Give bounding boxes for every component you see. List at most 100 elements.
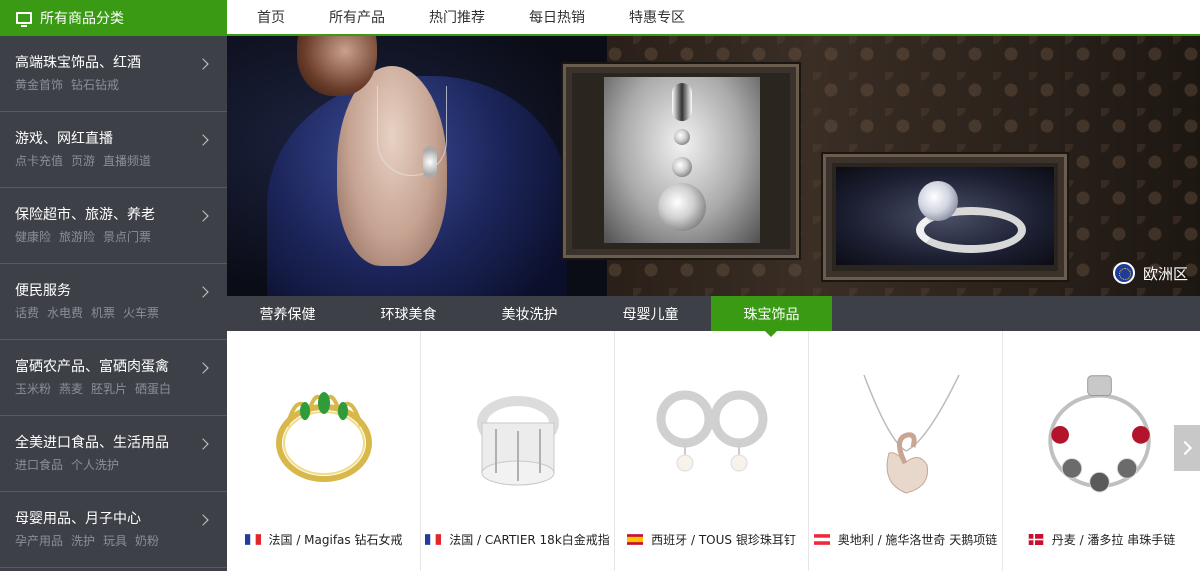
hero-banner[interactable]: 欧洲区: [227, 36, 1200, 296]
product-caption-text: 奥地利 / 施华洛世奇 天鹅项链: [837, 533, 998, 547]
category-subs: 健康险 旅游险 景点门票: [15, 229, 212, 245]
tab-baby[interactable]: 母婴儿童: [590, 296, 711, 331]
product-caption: 法国 / Magifas 钻石女戒: [227, 531, 420, 548]
france-flag-icon: [244, 534, 261, 545]
subcategory-link[interactable]: 硒蛋白: [135, 382, 171, 396]
category-subs: 进口食品 个人洗护: [15, 457, 212, 473]
ring-stone: [918, 181, 958, 221]
nav-home[interactable]: 首页: [257, 7, 285, 27]
ring-frame: [823, 154, 1067, 280]
chevron-right-icon: [1177, 440, 1193, 456]
product-card[interactable]: 法国 / CARTIER 18k白金戒指: [421, 331, 615, 571]
tab-label: 珠宝饰品: [743, 306, 800, 323]
sidebar-header-label: 所有商品分类: [40, 11, 124, 27]
eu-flag-icon: [1112, 262, 1135, 284]
subcategory-link[interactable]: 健康险: [15, 230, 51, 244]
nav-specials[interactable]: 特惠专区: [629, 7, 685, 27]
product-caption: 西班牙 / TOUS 银珍珠耳钉: [615, 531, 808, 548]
subcategory-link[interactable]: 燕麦: [59, 382, 83, 396]
france-flag-icon: [425, 534, 442, 545]
category-subs: 点卡充值 页游 直播频道: [15, 153, 212, 169]
product-card[interactable]: 奥地利 / 施华洛世奇 天鹅项链: [809, 331, 1003, 571]
tab-label: 营养保健: [259, 306, 316, 323]
monitor-icon: [16, 12, 32, 27]
white-gold-ring-image: [477, 396, 559, 486]
sidebar-category-item[interactable]: 高端珠宝饰品、红酒 黄金首饰 钻石钻戒: [0, 36, 227, 112]
sidebar-category-item[interactable]: 富硒农产品、富硒肉蛋禽 玉米粉 燕麦 胚乳片 硒蛋白: [0, 340, 227, 416]
category-sidebar: 所有商品分类 高端珠宝饰品、红酒 黄金首饰 钻石钻戒 游戏、网红直播 点卡充值 页游 直播频…: [0, 0, 227, 571]
ring-picture: [836, 167, 1054, 265]
subcategory-link[interactable]: 个人洗护: [71, 458, 119, 472]
sidebar-category-item[interactable]: 母婴用品、月子中心 孕产用品 洗护 玩具 奶粉: [0, 492, 227, 568]
tab-beauty[interactable]: 美妆洗护: [469, 296, 590, 331]
category-title: 全美进口食品、生活用品: [15, 435, 169, 451]
nav-daily-sales[interactable]: 每日热销: [529, 7, 585, 27]
product-row: 法国 / Magifas 钻石女戒 法国 / CARTIER 18k白金戒指 西…: [227, 331, 1200, 571]
category-list: 高端珠宝饰品、红酒 黄金首饰 钻石钻戒 游戏、网红直播 点卡充值 页游 直播频道 保险超市、旅…: [0, 36, 227, 568]
tab-label: 美妆洗护: [501, 306, 558, 323]
subcategory-link[interactable]: 直播频道: [103, 154, 151, 168]
pearl-earrings-image: [656, 390, 768, 472]
spain-flag-icon: [627, 534, 644, 545]
category-subs: 黄金首饰 钻石钻戒: [15, 77, 212, 93]
pendant-picture: [604, 77, 760, 243]
subcategory-link[interactable]: 水电费: [47, 306, 83, 320]
product-caption: 丹麦 / 潘多拉 串珠手链: [1003, 531, 1200, 548]
category-subs: 话费 水电费 机票 火车票: [15, 305, 212, 321]
product-card[interactable]: 法国 / Magifas 钻石女戒: [227, 331, 421, 571]
sidebar-header[interactable]: 所有商品分类: [0, 0, 227, 36]
product-caption-text: 法国 / CARTIER 18k白金戒指: [449, 533, 610, 547]
subcategory-link[interactable]: 景点门票: [103, 230, 151, 244]
tab-nutrition[interactable]: 营养保健: [227, 296, 348, 331]
product-caption: 奥地利 / 施华洛世奇 天鹅项链: [809, 531, 1002, 548]
austria-flag-icon: [813, 534, 830, 545]
subcategory-link[interactable]: 玩具: [103, 534, 127, 548]
next-arrow-button[interactable]: [1174, 425, 1200, 471]
sidebar-category-item[interactable]: 全美进口食品、生活用品 进口食品 个人洗护: [0, 416, 227, 492]
subcategory-link[interactable]: 点卡充值: [15, 154, 63, 168]
subcategory-link[interactable]: 机票: [91, 306, 115, 320]
model-background: [227, 36, 607, 296]
subcategory-link[interactable]: 洗护: [71, 534, 95, 548]
subcategory-link[interactable]: 话费: [15, 306, 39, 320]
page: 所有商品分类 高端珠宝饰品、红酒 黄金首饰 钻石钻戒 游戏、网红直播 点卡充值 页游 直播频…: [0, 0, 1200, 571]
product-card[interactable]: 西班牙 / TOUS 银珍珠耳钉: [615, 331, 809, 571]
category-title: 便民服务: [15, 283, 71, 299]
subcategory-link[interactable]: 黄金首饰: [15, 78, 63, 92]
subcategory-link[interactable]: 玉米粉: [15, 382, 51, 396]
swan-necklace-image: [863, 374, 960, 494]
category-subs: 玉米粉 燕麦 胚乳片 硒蛋白: [15, 381, 212, 397]
product-caption: 法国 / CARTIER 18k白金戒指: [421, 531, 614, 548]
tab-global-food[interactable]: 环球美食: [348, 296, 469, 331]
sidebar-category-item[interactable]: 保险超市、旅游、养老 健康险 旅游险 景点门票: [0, 188, 227, 264]
pendant-bail: [672, 83, 692, 121]
subcategory-link[interactable]: 页游: [71, 154, 95, 168]
denmark-flag-icon: [1028, 534, 1044, 545]
category-title: 保险超市、旅游、养老: [15, 207, 155, 223]
nav-all-products[interactable]: 所有产品: [329, 7, 385, 27]
subcategory-link[interactable]: 奶粉: [135, 534, 159, 548]
nav-hot[interactable]: 热门推荐: [429, 7, 485, 27]
subcategory-link[interactable]: 孕产用品: [15, 534, 63, 548]
necklace-pendant: [423, 146, 437, 178]
category-tabs: 营养保健 环球美食 美妆洗护 母婴儿童 珠宝饰品: [227, 296, 1200, 337]
region-badge[interactable]: 欧洲区: [1112, 262, 1188, 284]
gold-crown-ring-image: [276, 392, 372, 482]
sidebar-category-item[interactable]: 便民服务话费 水电费 机票 火车票: [0, 264, 227, 340]
subcategory-link[interactable]: 进口食品: [15, 458, 63, 472]
tab-jewelry[interactable]: 珠宝饰品: [711, 296, 832, 337]
sidebar-category-item[interactable]: 游戏、网红直播 点卡充值 页游 直播频道: [0, 112, 227, 188]
pendant-stone-large: [658, 183, 706, 231]
pendant-frame: [563, 64, 799, 258]
subcategory-link[interactable]: 胚乳片: [91, 382, 127, 396]
top-nav: 首页 所有产品 热门推荐 每日热销 特惠专区: [227, 0, 1200, 36]
subcategory-link[interactable]: 旅游险: [59, 230, 95, 244]
product-card[interactable]: 丹麦 / 潘多拉 串珠手链: [1003, 331, 1200, 571]
category-title: 游戏、网红直播: [15, 131, 113, 147]
product-caption-text: 丹麦 / 潘多拉 串珠手链: [1051, 533, 1176, 547]
tab-label: 母婴儿童: [622, 306, 679, 323]
tab-label: 环球美食: [380, 306, 437, 323]
subcategory-link[interactable]: 火车票: [123, 306, 159, 320]
pendant-stone-small: [674, 129, 690, 145]
subcategory-link[interactable]: 钻石钻戒: [71, 78, 119, 92]
